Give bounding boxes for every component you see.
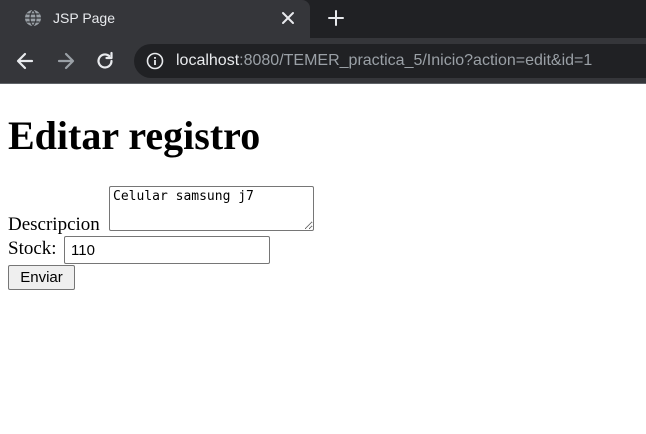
description-label: Descripcion <box>8 214 100 235</box>
url-text: localhost:8080/TEMER_practica_5/Inicio?a… <box>176 51 592 71</box>
description-textarea[interactable]: Celular samsung j7 <box>109 186 314 231</box>
submit-button[interactable]: Enviar <box>8 265 75 290</box>
browser-window: JSP Page localhost:8080/TEMER_practica_5… <box>0 0 646 434</box>
close-icon[interactable] <box>279 9 297 27</box>
url-path: :8080/TEMER_practica_5/Inicio?action=edi… <box>239 52 593 69</box>
stock-input[interactable] <box>64 236 270 264</box>
tab-strip: JSP Page <box>0 0 646 38</box>
browser-toolbar: localhost:8080/TEMER_practica_5/Inicio?a… <box>0 38 646 84</box>
browser-tab[interactable]: JSP Page <box>0 0 310 38</box>
info-icon[interactable] <box>146 52 164 70</box>
arrow-right-icon[interactable] <box>55 50 77 72</box>
page-title: Editar registro <box>8 113 261 158</box>
arrow-left-icon[interactable] <box>14 50 36 72</box>
plus-icon[interactable] <box>326 8 346 28</box>
stock-label: Stock: <box>8 238 57 259</box>
reload-icon[interactable] <box>94 50 116 72</box>
url-host: localhost <box>176 52 240 69</box>
globe-icon <box>25 9 41 27</box>
address-bar[interactable]: localhost:8080/TEMER_practica_5/Inicio?a… <box>134 44 646 78</box>
page-content: Editar registro Descripcion Celular sams… <box>0 85 646 434</box>
tab-title: JSP Page <box>53 10 116 26</box>
